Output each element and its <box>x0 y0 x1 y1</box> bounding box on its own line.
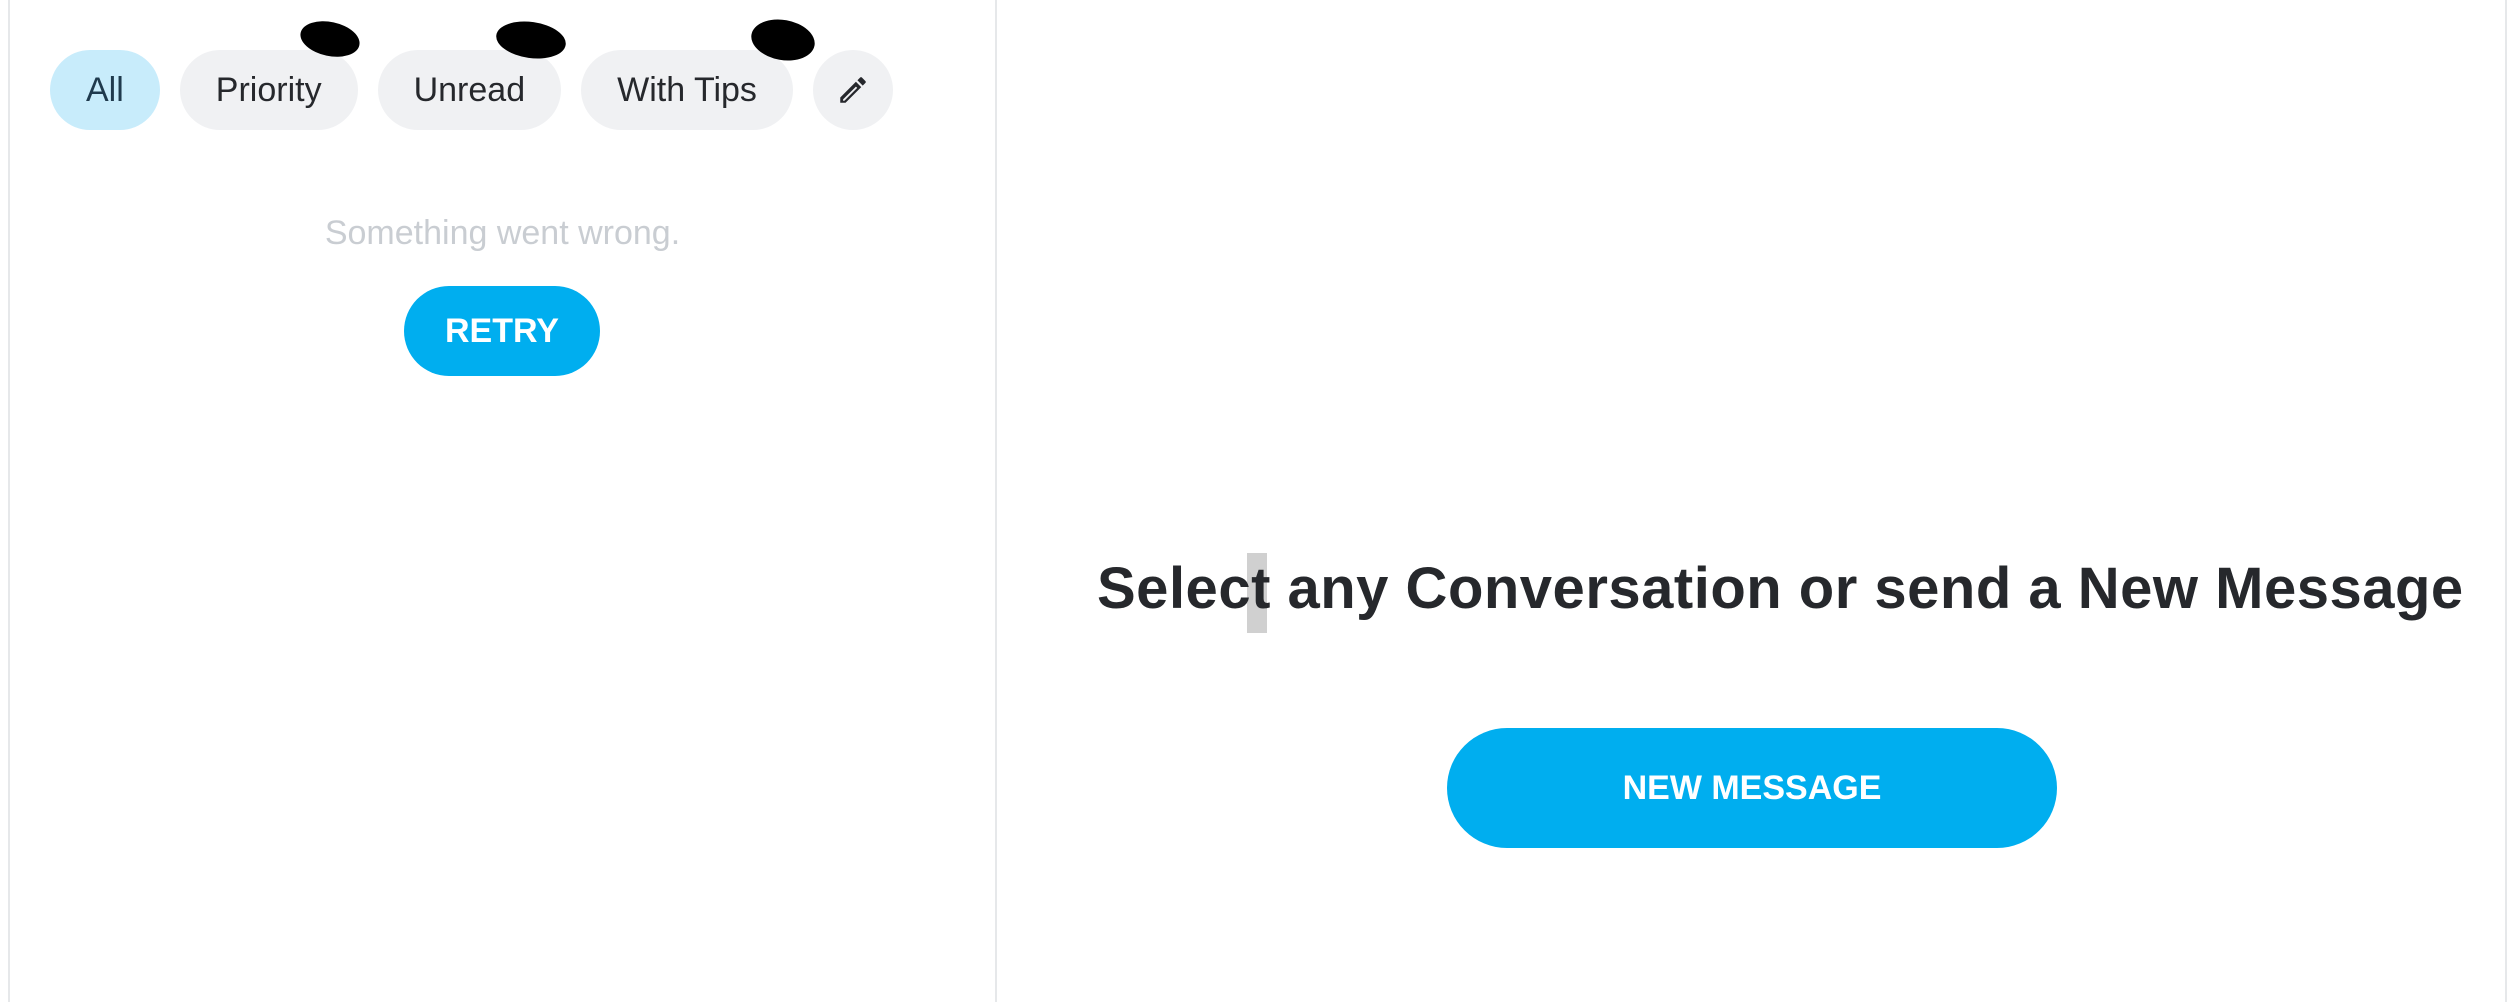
redaction-mark <box>296 16 363 62</box>
pencil-icon <box>836 73 870 107</box>
redaction-mark <box>493 17 568 63</box>
redaction-mark <box>748 14 819 66</box>
right-border <box>2505 0 2507 1002</box>
filter-chip-all[interactable]: All <box>50 50 160 130</box>
new-message-button[interactable]: NEW MESSAGE <box>1447 728 2057 848</box>
conversation-view-panel: Select any Conversation or send a New Me… <box>997 0 2505 1002</box>
empty-state-title: Select any Conversation or send a New Me… <box>1097 556 2464 621</box>
filter-chips: All Priority Unread With Tips <box>50 14 913 130</box>
retry-button[interactable]: RETRY <box>404 286 600 376</box>
filter-chip-label: With Tips <box>617 70 757 109</box>
error-message: Something went wrong. <box>324 214 681 252</box>
conversation-list-panel: All Priority Unread With Tips Something … <box>10 0 995 1002</box>
filter-chip-unread[interactable]: Unread <box>377 17 568 130</box>
filter-chip-label: Unread <box>413 70 526 109</box>
edit-filters-button[interactable] <box>812 50 893 130</box>
filter-chip-label: Priority <box>215 70 322 109</box>
filter-chip-priority[interactable]: Priority <box>179 16 363 130</box>
filter-chip-with-tips[interactable]: With Tips <box>581 14 819 130</box>
filter-chip-label: All <box>86 70 124 109</box>
messages-app: All Priority Unread With Tips Something … <box>0 0 2515 1002</box>
